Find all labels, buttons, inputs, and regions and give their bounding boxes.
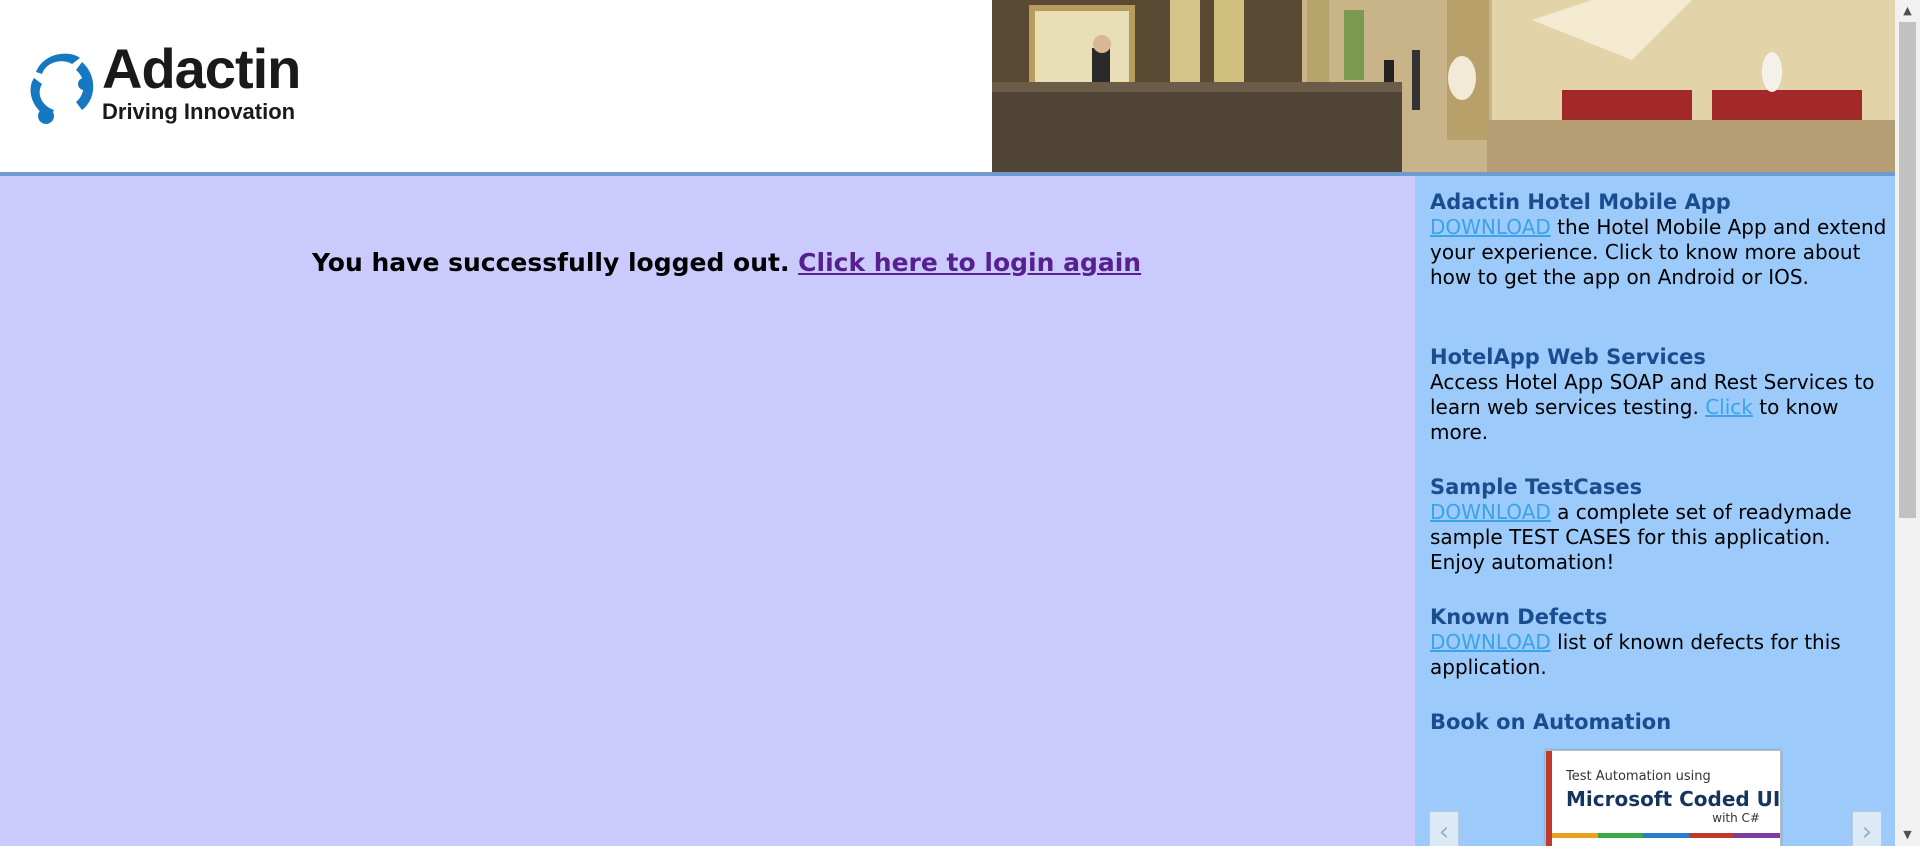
chevron-left-icon: ‹ [1438, 817, 1450, 846]
logo-title: Adactin [102, 37, 301, 100]
chevron-right-icon: › [1861, 817, 1873, 846]
hotel-lobby-image [992, 0, 1895, 172]
scroll-down-arrow-icon[interactable]: ▼ [1895, 824, 1920, 846]
test-cases-download-link[interactable]: DOWNLOAD [1430, 500, 1551, 524]
page-scrollbar[interactable]: ▲ ▼ [1895, 0, 1920, 846]
main-content: You have successfully logged out. Click … [0, 176, 1415, 846]
scroll-up-arrow-icon[interactable]: ▲ [1895, 0, 1920, 22]
known-defects-text: DOWNLOAD list of known defects for this … [1430, 630, 1890, 680]
login-again-link[interactable]: Click here to login again [798, 248, 1141, 277]
web-services-click-link[interactable]: Click [1705, 395, 1753, 419]
scrollbar-thumb[interactable] [1899, 22, 1916, 518]
logout-message: You have successfully logged out. Click … [312, 248, 1141, 277]
web-services-text: Access Hotel App SOAP and Rest Services … [1430, 370, 1890, 445]
logo-tagline: Driving Innovation [102, 99, 296, 124]
known-defects-title: Known Defects [1430, 605, 1608, 629]
logout-message-text: You have successfully logged out. [312, 248, 799, 277]
known-defects-section: Known Defects DOWNLOAD list of known def… [1430, 605, 1890, 680]
book-cover-stripe [1552, 833, 1780, 838]
adactin-logo-icon [30, 53, 94, 124]
carousel-next-button[interactable]: › [1852, 811, 1882, 846]
carousel-prev-button[interactable]: ‹ [1429, 811, 1459, 846]
book-cover[interactable]: Test Automation using Microsoft Coded UI… [1545, 750, 1781, 846]
test-cases-title: Sample TestCases [1430, 475, 1643, 499]
header: Adactin Driving Innovation [0, 0, 1895, 176]
book-section: Book on Automation [1430, 710, 1890, 735]
book-cover-title: Microsoft Coded UI [1566, 787, 1781, 811]
book-cover-with: with C# [1712, 811, 1760, 825]
mobile-app-download-link[interactable]: DOWNLOAD [1430, 215, 1551, 239]
mobile-app-text: DOWNLOAD the Hotel Mobile App and extend… [1430, 215, 1890, 290]
book-title: Book on Automation [1430, 710, 1672, 734]
known-defects-download-link[interactable]: DOWNLOAD [1430, 630, 1551, 654]
test-cases-section: Sample TestCases DOWNLOAD a complete set… [1430, 475, 1890, 575]
web-services-title: HotelApp Web Services [1430, 345, 1706, 369]
mobile-app-section: Adactin Hotel Mobile App DOWNLOAD the Ho… [1430, 190, 1890, 290]
book-cover-spine [1546, 751, 1552, 846]
sidebar: Adactin Hotel Mobile App DOWNLOAD the Ho… [1415, 176, 1895, 846]
test-cases-text: DOWNLOAD a complete set of readymade sam… [1430, 500, 1890, 575]
web-services-section: HotelApp Web Services Access Hotel App S… [1430, 345, 1890, 445]
adactin-logo[interactable]: Adactin Driving Innovation [22, 37, 342, 124]
mobile-app-title: Adactin Hotel Mobile App [1430, 190, 1731, 214]
book-cover-subtitle: Test Automation using [1566, 769, 1711, 784]
